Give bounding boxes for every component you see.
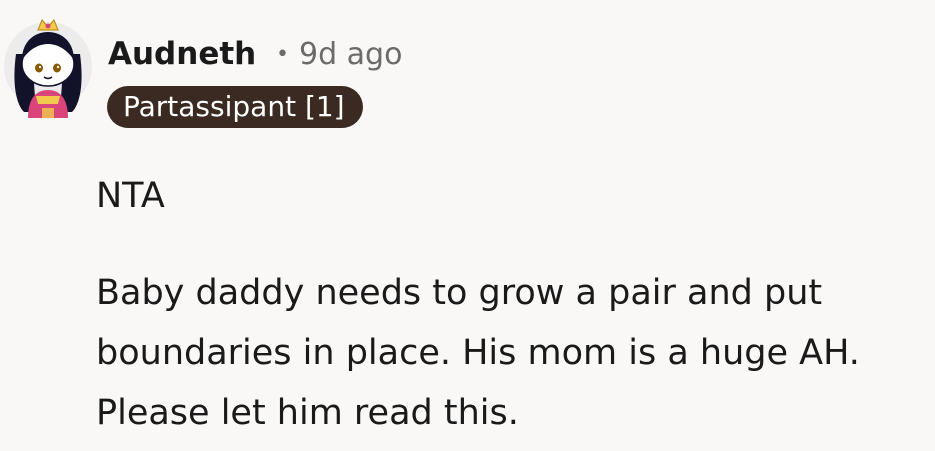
comment-paragraph: NTA — [96, 176, 165, 216]
comment-body: NTA Baby daddy needs to grow a pair and … — [96, 166, 926, 443]
meta-separator: • — [276, 42, 289, 67]
comment-paragraph: Baby daddy needs to grow a pair and put … — [96, 273, 860, 433]
timestamp[interactable]: 9d ago — [299, 37, 402, 72]
author-name[interactable]: Audneth — [108, 34, 256, 74]
comment: Audneth • 9d ago Partassipant [1] NTA Bab… — [0, 0, 935, 451]
user-flair: Partassipant [1] — [107, 86, 363, 128]
avatar[interactable] — [2, 14, 94, 118]
comment-meta: • 9d ago — [276, 35, 402, 75]
